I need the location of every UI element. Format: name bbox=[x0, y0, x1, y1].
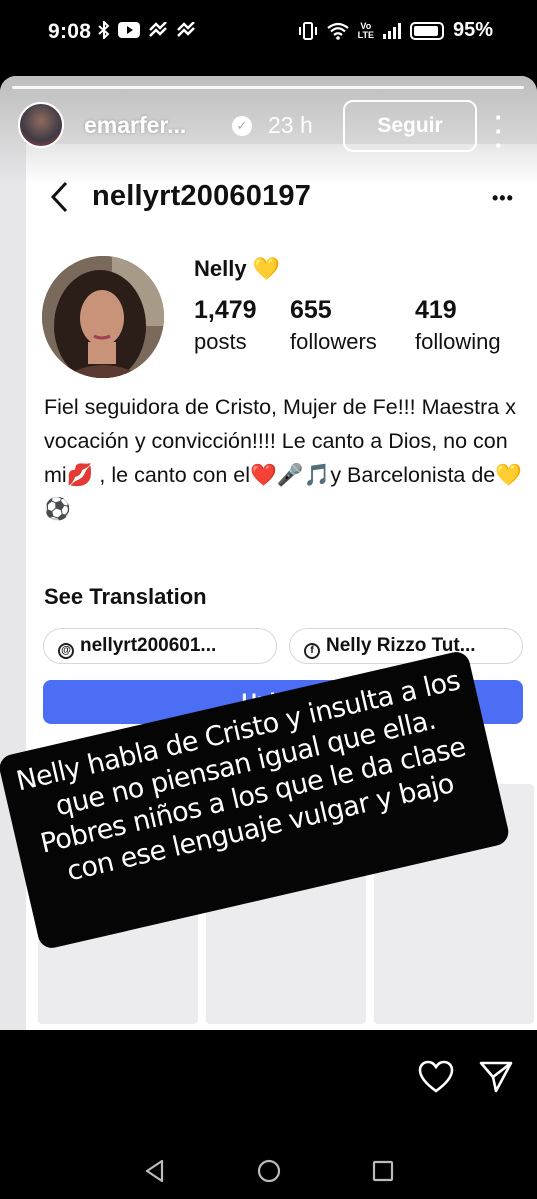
back-icon[interactable] bbox=[142, 1158, 168, 1184]
app-notification-icon bbox=[149, 22, 167, 37]
placeholder-tile bbox=[374, 784, 534, 1024]
placeholder-tile bbox=[206, 784, 366, 1024]
story-author-name[interactable]: emarfer... bbox=[84, 112, 186, 139]
story-progress-bar bbox=[12, 86, 524, 89]
profile-screenshot: nellyrt20060197 ••• Nelly 💛 1,479 posts … bbox=[26, 144, 537, 1030]
app-notification-icon-2 bbox=[177, 22, 195, 37]
more-options-icon[interactable]: ••• bbox=[492, 188, 514, 209]
youtube-icon bbox=[118, 22, 140, 38]
unblock-button[interactable]: Unblock bbox=[43, 680, 523, 724]
recents-icon[interactable] bbox=[370, 1158, 396, 1184]
status-time: 9:08 bbox=[48, 20, 92, 43]
see-translation-link[interactable]: See Translation bbox=[44, 584, 207, 610]
system-nav-bar bbox=[0, 1140, 537, 1199]
battery-percent: 95% bbox=[452, 19, 493, 41]
threads-icon: @ bbox=[58, 643, 74, 659]
wifi-icon bbox=[326, 22, 349, 40]
verified-icon: ✓ bbox=[232, 116, 252, 136]
story-time-ago: 23 h bbox=[268, 112, 313, 138]
send-icon[interactable] bbox=[478, 1060, 514, 1094]
stat-posts[interactable]: 1,479 posts bbox=[194, 296, 257, 355]
avatar-photo bbox=[42, 256, 164, 378]
signal-icon bbox=[382, 22, 401, 39]
system-icons: Vo LTE 95% bbox=[298, 19, 493, 42]
placeholder-tile bbox=[38, 784, 198, 1024]
notification-icons bbox=[98, 21, 196, 39]
battery-icon bbox=[409, 21, 444, 40]
threads-link[interactable]: @ nellyrt200601... bbox=[43, 628, 277, 664]
volte-indicator: Vo LTE bbox=[357, 20, 374, 40]
display-name: Nelly 💛 bbox=[194, 256, 281, 281]
follow-button[interactable]: Seguir bbox=[343, 100, 477, 152]
bluetooth-icon bbox=[98, 21, 110, 39]
home-icon[interactable] bbox=[256, 1158, 282, 1184]
heart-icon[interactable] bbox=[418, 1060, 454, 1094]
status-bar: 9:08 Vo LTE 95% bbox=[0, 0, 537, 68]
stat-following[interactable]: 419 following bbox=[415, 296, 501, 355]
story-author-avatar[interactable] bbox=[18, 102, 64, 148]
profile-bio: Fiel seguidora de Cristo, Mujer de Fe!!!… bbox=[44, 395, 523, 521]
facebook-link[interactable]: f Nelly Rizzo Tut... bbox=[289, 628, 523, 664]
story-more-icon[interactable]: · · · bbox=[492, 104, 506, 158]
facebook-icon: f bbox=[304, 643, 320, 659]
stat-followers[interactable]: 655 followers bbox=[290, 296, 377, 355]
story-viewer[interactable]: nellyrt20060197 ••• Nelly 💛 1,479 posts … bbox=[0, 76, 537, 1030]
profile-avatar[interactable] bbox=[42, 256, 164, 378]
placeholder-bar bbox=[38, 750, 206, 768]
vibrate-icon bbox=[298, 21, 317, 40]
